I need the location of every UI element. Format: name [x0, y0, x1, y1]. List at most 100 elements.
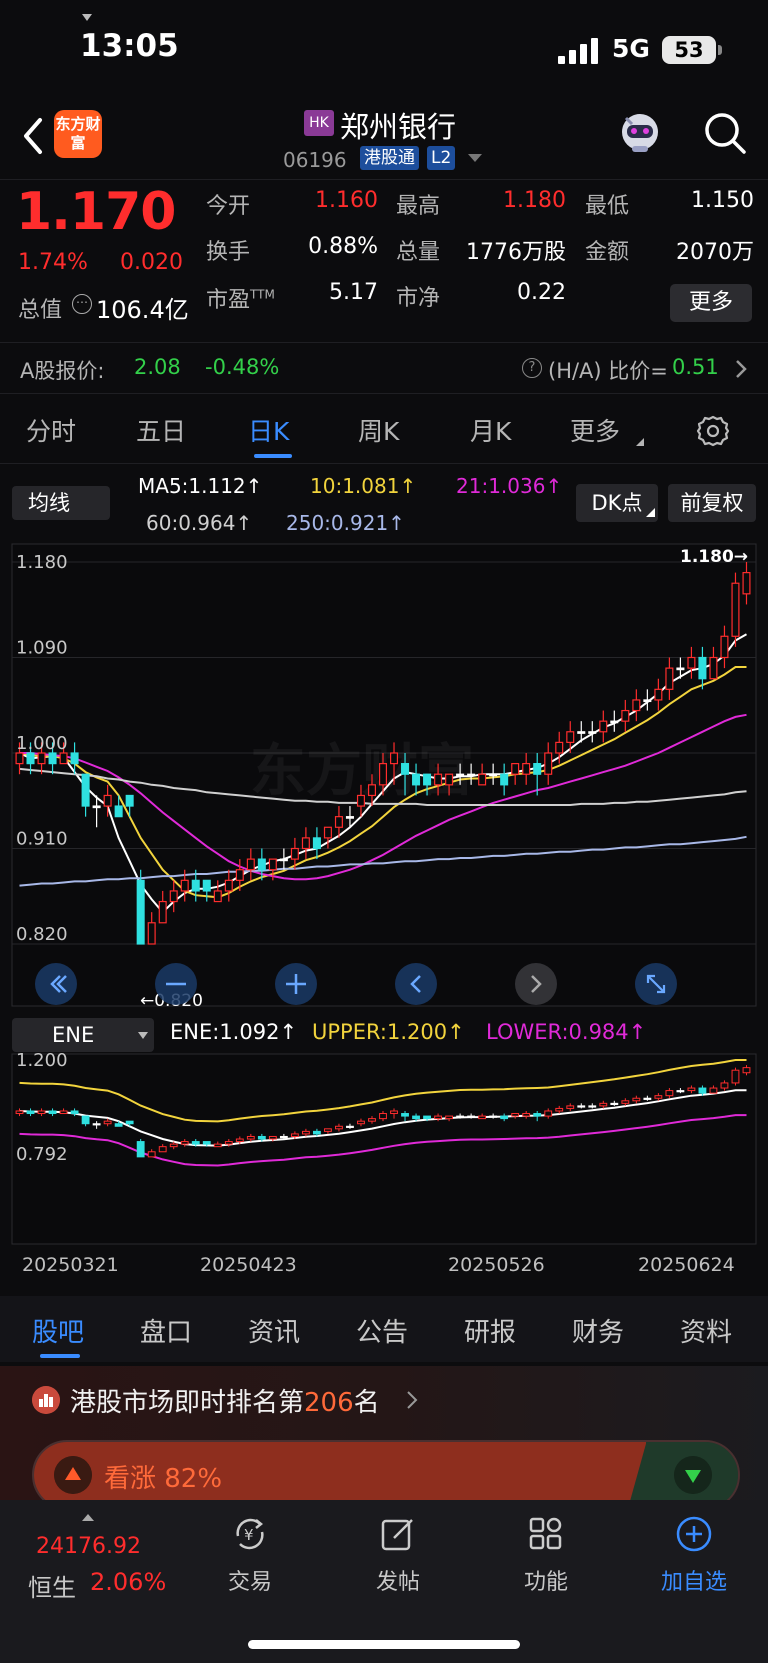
candle-body — [202, 879, 211, 892]
scroll-right-button[interactable] — [515, 963, 557, 1005]
candle-body — [356, 794, 365, 807]
more-info-icon[interactable]: ⋯ — [72, 294, 92, 314]
bottom-nav: 24176.92 恒生 2.06% ¥ 交易 发帖 功能 加自选 — [0, 1500, 768, 1663]
index-value[interactable]: 24176.92 — [36, 1534, 141, 1559]
candle-body — [588, 731, 597, 734]
tab-daily-k[interactable]: 日K — [248, 412, 289, 448]
tab-more-periods[interactable]: 更多 — [570, 412, 620, 448]
amount-value: 2070万 — [676, 240, 754, 265]
ene-lower-label: LOWER:0.984↑ — [486, 1020, 647, 1044]
ma60-label: 60:0.964↑ — [146, 511, 253, 535]
scroll-left-button[interactable] — [395, 963, 437, 1005]
candle-body — [301, 837, 310, 850]
candle-body — [301, 1130, 310, 1135]
back-icon[interactable] — [18, 114, 48, 158]
y-tick-label: 1.000 — [16, 733, 68, 754]
candle-body — [588, 1105, 597, 1108]
tab-forum[interactable]: 股吧 — [32, 1312, 84, 1349]
ranking-card[interactable]: 港股市场即时排名第206名 看涨 82% — [0, 1366, 768, 1510]
tab-weekly-k[interactable]: 周K — [358, 412, 399, 448]
pb-value: 0.22 — [517, 280, 566, 305]
period-tabs: 分时 五日 日K 周K 月K 更多 — [0, 402, 768, 464]
level-badge: L2 — [427, 146, 456, 170]
ma5-label: MA5:1.112↑ — [138, 474, 263, 498]
tab-announcements[interactable]: 公告 — [356, 1312, 408, 1349]
candle-body — [81, 1115, 90, 1125]
candle-body — [125, 794, 134, 807]
stock-name[interactable]: 郑州银行 — [340, 104, 456, 146]
candle-body — [279, 1135, 288, 1139]
content-tabs: 股吧 盘口 资讯 公告 研报 财务 资料 — [0, 1296, 768, 1362]
gear-icon[interactable] — [696, 414, 730, 448]
tab-news[interactable]: 资讯 — [248, 1312, 300, 1349]
candle-body — [48, 752, 57, 765]
index-name[interactable]: 恒生 — [28, 1568, 76, 1603]
ene-chart[interactable]: 1.200 0.792 — [0, 1052, 768, 1248]
candle-body — [26, 1110, 35, 1115]
candle-body — [59, 752, 68, 765]
candle-body — [37, 1110, 46, 1115]
date-label: 20250624 — [638, 1254, 735, 1276]
pe-value: 5.17 — [329, 280, 378, 305]
tab-research[interactable]: 研报 — [464, 1312, 516, 1349]
ashare-quote-row[interactable]: A股报价: 2.08 -0.48% ? (H/A) 比价= 0.51 — [0, 342, 768, 394]
y-tick-label: 0.910 — [16, 829, 68, 850]
change-amount: 0.020 — [120, 250, 183, 275]
high-label: 最高 — [396, 194, 441, 219]
index-change[interactable]: 2.06% — [90, 1568, 166, 1596]
candle-body — [621, 709, 630, 722]
nav-trade[interactable]: ¥ 交易 — [190, 1510, 310, 1610]
low-value: 1.150 — [691, 188, 754, 213]
fullscreen-button[interactable] — [635, 963, 677, 1005]
high-price-marker: 1.180→ — [680, 547, 748, 567]
search-icon[interactable] — [702, 110, 748, 156]
candle-body — [290, 1133, 299, 1137]
candle-body — [687, 656, 696, 669]
chevron-right-icon[interactable] — [734, 358, 748, 380]
candle-body — [500, 1115, 509, 1120]
amount-label: 金额 — [585, 240, 630, 265]
nav-add-watchlist[interactable]: 加自选 — [634, 1510, 754, 1610]
ma-selector[interactable]: 均线 — [12, 486, 110, 520]
candle-body — [147, 922, 156, 945]
nav-functions[interactable]: 功能 — [486, 1510, 606, 1610]
candle-body — [224, 879, 233, 892]
market-cap-label: 总值 — [18, 298, 63, 323]
tab-order-book[interactable]: 盘口 — [140, 1312, 192, 1349]
tab-intraday[interactable]: 分时 — [26, 412, 76, 448]
tab-five-day[interactable]: 五日 — [136, 412, 186, 448]
kline-chart[interactable]: 东方财富 1.1801.0901.0000.9100.820 ←0.820 1.… — [0, 540, 768, 1010]
zoom-out-button[interactable] — [155, 963, 197, 1005]
candle-body — [522, 1113, 531, 1117]
ha-ratio-label: (H/A) 比价= — [548, 359, 668, 383]
arrow-down-icon[interactable] — [674, 1456, 712, 1494]
home-indicator[interactable] — [248, 1640, 520, 1649]
nav-post[interactable]: 发帖 — [338, 1510, 458, 1610]
candle-body — [92, 805, 101, 809]
candle-body — [279, 858, 288, 862]
ma10-label: 10:1.081↑ — [310, 474, 417, 498]
turnover-label: 换手 — [206, 240, 251, 265]
tab-monthly-k[interactable]: 月K — [470, 412, 511, 448]
robot-assistant-icon[interactable] — [616, 108, 664, 156]
caret-down-icon — [138, 1032, 148, 1039]
candle-body — [235, 1138, 244, 1143]
candle-body — [632, 699, 641, 712]
candle-body — [268, 1135, 277, 1140]
tab-profile[interactable]: 资料 — [680, 1312, 732, 1349]
zoom-in-button[interactable] — [275, 963, 317, 1005]
date-label: 20250321 — [22, 1254, 119, 1276]
more-button[interactable]: 更多 — [670, 284, 752, 322]
candle-body — [467, 773, 476, 777]
scroll-left-fast-button[interactable] — [35, 963, 77, 1005]
ene-selector[interactable]: ENE — [12, 1018, 154, 1052]
chevron-down-icon[interactable] — [468, 154, 482, 162]
candle-body — [48, 1110, 57, 1115]
tab-financials[interactable]: 财务 — [572, 1312, 624, 1349]
corner-triangle-icon — [646, 508, 655, 517]
candle-body — [401, 763, 410, 775]
arrow-up-icon[interactable] — [54, 1456, 92, 1494]
price-adjust-button[interactable]: 前复权 — [668, 484, 756, 522]
help-icon[interactable]: ? — [522, 358, 542, 378]
ma21-label: 21:1.036↑ — [456, 474, 563, 498]
